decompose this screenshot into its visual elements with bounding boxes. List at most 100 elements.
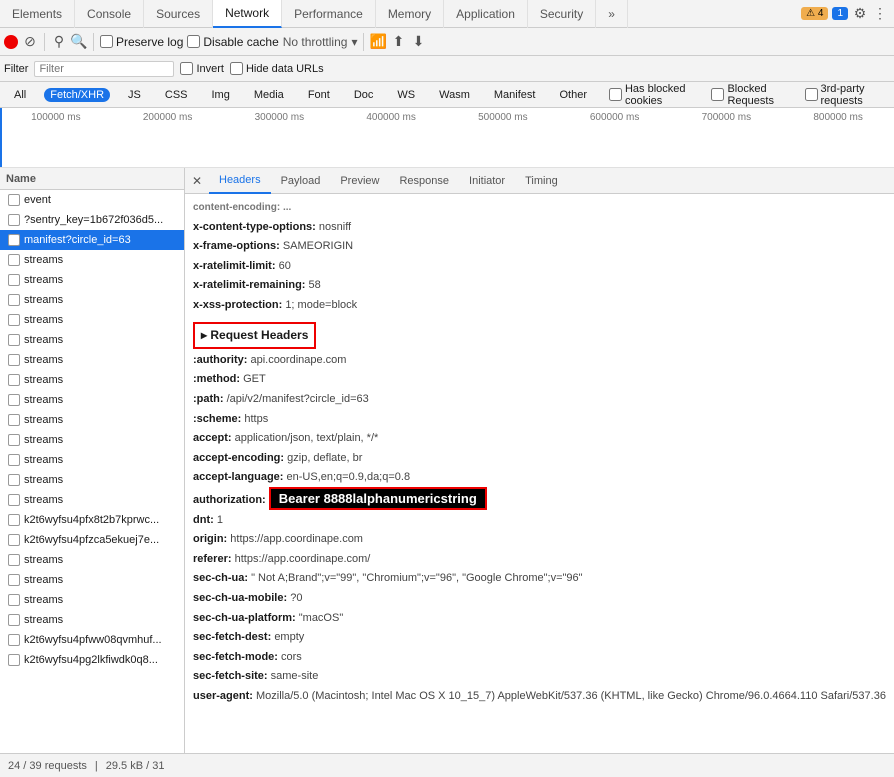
tab-security[interactable]: Security: [528, 0, 596, 28]
list-item[interactable]: streams: [0, 570, 184, 590]
list-item[interactable]: k2t6wyfsu4pfx8t2b7kprwc...: [0, 510, 184, 530]
list-item-checkbox[interactable]: [8, 654, 20, 666]
tab-console[interactable]: Console: [75, 0, 144, 28]
settings-icon[interactable]: ⚙: [852, 6, 868, 22]
list-item[interactable]: event: [0, 190, 184, 210]
disable-cache-label[interactable]: Disable cache: [187, 35, 278, 49]
list-item[interactable]: streams: [0, 610, 184, 630]
third-party-checkbox[interactable]: [805, 88, 818, 101]
list-item[interactable]: streams: [0, 290, 184, 310]
invert-label[interactable]: Invert: [180, 62, 224, 75]
tab-network[interactable]: Network: [213, 0, 282, 28]
list-item-checkbox[interactable]: [8, 634, 20, 646]
close-button[interactable]: ✕: [189, 173, 205, 189]
list-item[interactable]: streams: [0, 390, 184, 410]
tab-payload[interactable]: Payload: [271, 168, 331, 194]
blocked-requests-label[interactable]: Blocked Requests: [711, 83, 792, 107]
tab-memory[interactable]: Memory: [376, 0, 444, 28]
tab-timing[interactable]: Timing: [515, 168, 568, 194]
list-item[interactable]: k2t6wyfsu4pg2lkfiwdk0q8...: [0, 650, 184, 670]
type-img[interactable]: Img: [206, 88, 236, 102]
type-font[interactable]: Font: [302, 88, 336, 102]
tab-response[interactable]: Response: [389, 168, 459, 194]
list-item-checkbox[interactable]: [8, 274, 20, 286]
list-item-checkbox[interactable]: [8, 554, 20, 566]
list-item-checkbox[interactable]: [8, 614, 20, 626]
list-item[interactable]: ?sentry_key=1b672f036d5...: [0, 210, 184, 230]
list-item[interactable]: streams: [0, 430, 184, 450]
list-item-checkbox[interactable]: [8, 314, 20, 326]
list-item-checkbox[interactable]: [8, 354, 20, 366]
list-item-checkbox[interactable]: [8, 374, 20, 386]
blocked-cookies-label[interactable]: Has blocked cookies: [609, 83, 699, 107]
list-item[interactable]: streams: [0, 330, 184, 350]
list-item-checkbox[interactable]: [8, 254, 20, 266]
tab-sources[interactable]: Sources: [144, 0, 213, 28]
type-css[interactable]: CSS: [159, 88, 194, 102]
tab-elements[interactable]: Elements: [0, 0, 75, 28]
type-js[interactable]: JS: [122, 88, 147, 102]
list-item-checkbox[interactable]: [8, 334, 20, 346]
hide-data-urls-checkbox[interactable]: [230, 62, 243, 75]
type-manifest[interactable]: Manifest: [488, 88, 542, 102]
type-doc[interactable]: Doc: [348, 88, 380, 102]
list-item-checkbox[interactable]: [8, 454, 20, 466]
list-item-checkbox[interactable]: [8, 494, 20, 506]
list-item-checkbox[interactable]: [8, 594, 20, 606]
type-wasm[interactable]: Wasm: [433, 88, 476, 102]
tab-performance[interactable]: Performance: [282, 0, 376, 28]
download-icon[interactable]: ⬇: [410, 34, 426, 50]
list-item-checkbox[interactable]: [8, 194, 20, 206]
filter-icon[interactable]: ⚲: [51, 34, 67, 50]
list-item-checkbox[interactable]: [8, 574, 20, 586]
list-item[interactable]: k2t6wyfsu4pfzca5ekuej7e...: [0, 530, 184, 550]
list-item[interactable]: streams: [0, 270, 184, 290]
list-item-checkbox[interactable]: [8, 294, 20, 306]
list-item-checkbox[interactable]: [8, 434, 20, 446]
list-item[interactable]: streams: [0, 470, 184, 490]
list-item[interactable]: streams: [0, 310, 184, 330]
blocked-requests-checkbox[interactable]: [711, 88, 724, 101]
search-icon[interactable]: 🔍: [71, 34, 87, 50]
list-item-checkbox[interactable]: [8, 474, 20, 486]
more-icon[interactable]: ⋮: [872, 6, 888, 22]
list-item[interactable]: streams: [0, 550, 184, 570]
list-item[interactable]: streams: [0, 250, 184, 270]
tab-preview[interactable]: Preview: [330, 168, 389, 194]
preserve-log-checkbox[interactable]: [100, 35, 113, 48]
warning-badge[interactable]: ⚠ 4: [801, 7, 828, 20]
console-badge[interactable]: 1: [832, 7, 848, 20]
type-other[interactable]: Other: [553, 88, 593, 102]
tab-headers[interactable]: Headers: [209, 168, 271, 194]
request-headers-section-header[interactable]: ▸ Request Headers: [193, 316, 886, 351]
list-item-checkbox[interactable]: [8, 514, 20, 526]
list-item[interactable]: streams: [0, 350, 184, 370]
third-party-label[interactable]: 3rd-party requests: [805, 83, 886, 107]
preserve-log-label[interactable]: Preserve log: [100, 35, 183, 49]
upload-icon[interactable]: ⬆: [390, 34, 406, 50]
list-item[interactable]: streams: [0, 450, 184, 470]
list-item-checkbox[interactable]: [8, 214, 20, 226]
invert-checkbox[interactable]: [180, 62, 193, 75]
type-all[interactable]: All: [8, 88, 32, 102]
disable-cache-checkbox[interactable]: [187, 35, 200, 48]
list-item[interactable]: streams: [0, 490, 184, 510]
list-item-checkbox[interactable]: [8, 534, 20, 546]
list-item-checkbox[interactable]: [8, 234, 20, 246]
list-item[interactable]: streams: [0, 410, 184, 430]
tab-more[interactable]: »: [596, 0, 628, 28]
list-item[interactable]: manifest?circle_id=63: [0, 230, 184, 250]
hide-data-urls-label[interactable]: Hide data URLs: [230, 62, 324, 75]
tab-application[interactable]: Application: [444, 0, 528, 28]
list-item-checkbox[interactable]: [8, 394, 20, 406]
tab-initiator[interactable]: Initiator: [459, 168, 515, 194]
list-item[interactable]: streams: [0, 590, 184, 610]
type-ws[interactable]: WS: [391, 88, 421, 102]
list-item[interactable]: streams: [0, 370, 184, 390]
stop-icon[interactable]: ⊘: [22, 34, 38, 50]
wifi-icon[interactable]: 📶: [370, 34, 386, 50]
list-item-checkbox[interactable]: [8, 414, 20, 426]
record-button[interactable]: [4, 35, 18, 49]
list-item[interactable]: k2t6wyfsu4pfww08qvmhuf...: [0, 630, 184, 650]
type-fetch-xhr[interactable]: Fetch/XHR: [44, 88, 110, 102]
